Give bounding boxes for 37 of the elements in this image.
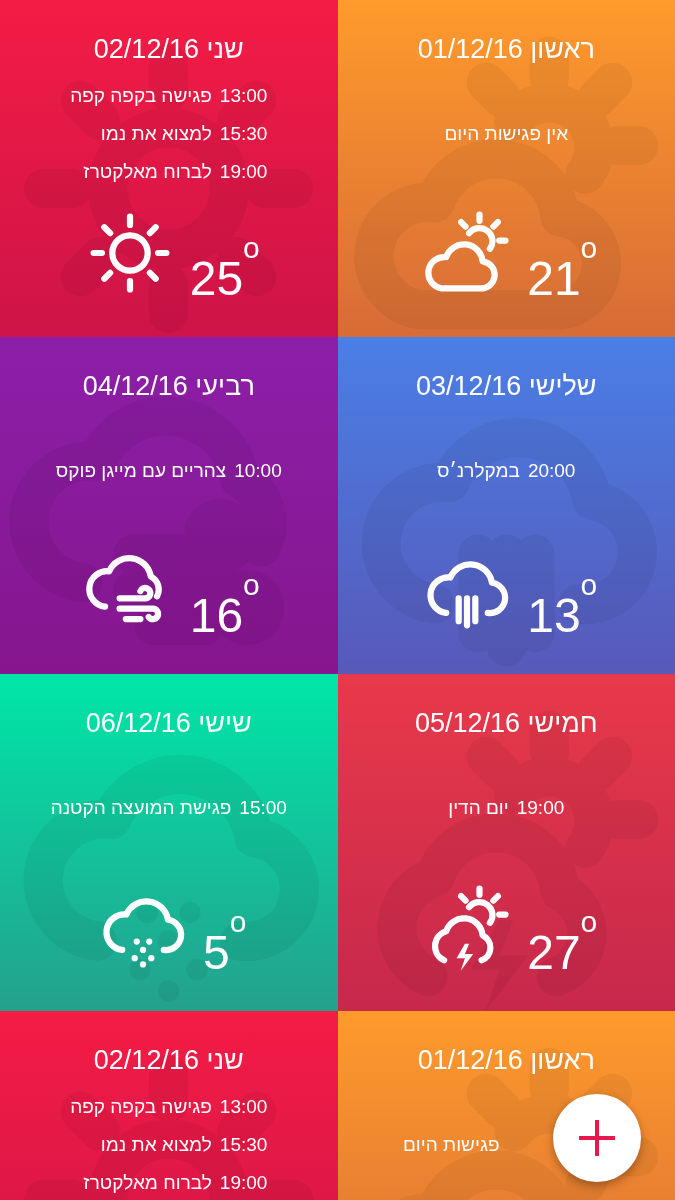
temperature: 13$^{o}$ xyxy=(527,571,598,642)
day-title: שישי 06/12/16 xyxy=(85,707,252,740)
meeting-title: לברוח מאלקטרז xyxy=(83,1171,212,1195)
meeting-title: במקלרנ׳ס xyxy=(437,459,520,483)
plus-icon xyxy=(577,1118,617,1158)
meeting-title: פגישה בקפה קפה xyxy=(70,84,212,108)
meeting-time: 13:00 xyxy=(219,1095,268,1119)
meeting-title: למצוא את נמו xyxy=(100,122,212,146)
no-meetings-text: פגישות היום xyxy=(402,1133,500,1157)
meeting-time: 15:30 xyxy=(219,122,268,146)
meeting-title: פגישה בקפה קפה xyxy=(70,1095,212,1119)
meeting-title: פגישת המועצה הקטנה xyxy=(50,796,232,820)
no-meetings-text: אין פגישות היום xyxy=(444,122,569,146)
day-title: שני 02/12/16 xyxy=(93,1044,244,1077)
temperature: 16$^{o}$ xyxy=(189,571,260,642)
meeting-time: 10:00 xyxy=(234,459,282,483)
day-title: שני 02/12/16 xyxy=(93,33,244,66)
temperature: 21$^{o}$ xyxy=(527,234,598,305)
day-title: רביעי 04/12/16 xyxy=(82,370,255,403)
temperature: 27$^{o}$ xyxy=(527,908,598,979)
meeting-time: 19:00 xyxy=(219,160,268,184)
meeting-time: 13:00 xyxy=(219,84,268,108)
meeting-time: 15:30 xyxy=(219,1133,268,1157)
day-title: ראשון 01/12/16 xyxy=(417,33,595,66)
day-title: ראשון 01/12/16 xyxy=(417,1044,595,1077)
meeting-time: 19:00 xyxy=(516,796,565,820)
day-title: שלישי 03/12/16 xyxy=(416,370,597,403)
meeting-title: לברוח מאלקטרז xyxy=(83,160,212,184)
meeting-title: צהריים עם מייגן פוקס xyxy=(55,459,227,483)
day-title: חמישי 05/12/16 xyxy=(414,707,598,740)
meeting-title: יום הדין xyxy=(448,796,509,820)
meeting-time: 15:00 xyxy=(239,796,287,820)
meeting-time: 19:00 xyxy=(219,1171,268,1195)
temperature: 5$^{o}$ xyxy=(203,908,247,979)
temperature: 25$^{o}$ xyxy=(189,234,260,305)
meeting-time: 20:00 xyxy=(527,459,576,483)
meeting-title: למצוא את נמו xyxy=(100,1133,212,1157)
